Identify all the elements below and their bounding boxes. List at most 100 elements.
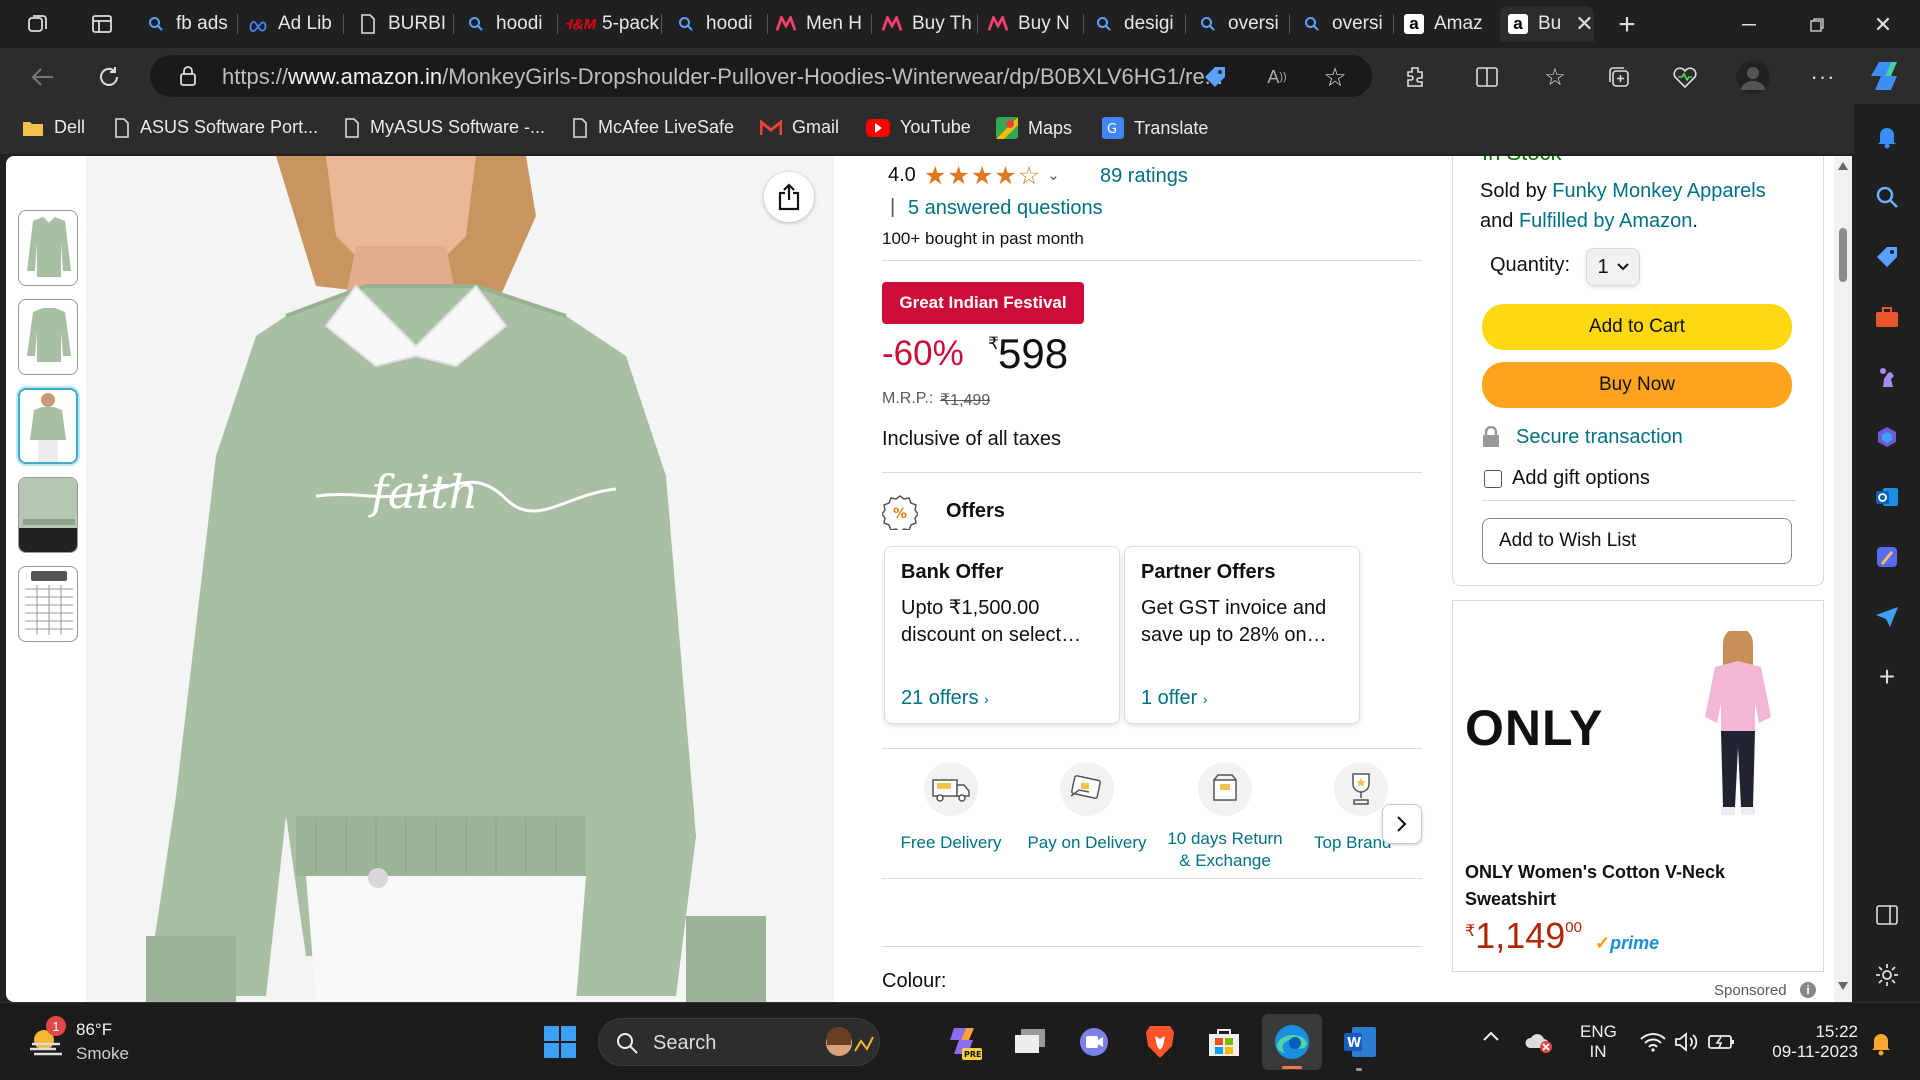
hide-sidebar-icon[interactable] <box>1872 900 1902 930</box>
add-to-wish-list-button[interactable]: Add to Wish List <box>1482 518 1792 564</box>
tab-hoodie-1[interactable]: hoodi <box>466 6 558 42</box>
bookmark-dell[interactable]: Dell <box>22 117 85 138</box>
service-free-delivery[interactable]: Free Delivery <box>894 832 1008 854</box>
edge-browser-icon[interactable] <box>1272 1022 1312 1062</box>
service-return-exchange[interactable]: 10 days Return & Exchange <box>1158 828 1292 872</box>
bookmark-maps[interactable]: Maps <box>996 117 1072 139</box>
services-next-arrow[interactable] <box>1382 804 1422 844</box>
games-icon[interactable] <box>1872 362 1902 392</box>
tab-fb-ads[interactable]: fb ads <box>146 6 238 42</box>
cloud-sync-error-icon[interactable] <box>1524 1030 1554 1054</box>
gift-options-checkbox[interactable] <box>1484 470 1502 488</box>
clock[interactable]: 15:22 09-11-2023 <box>1762 1022 1858 1062</box>
url-text[interactable]: https://www.amazon.in/MonkeyGirls-Dropsh… <box>222 64 1223 90</box>
thumbnail-2[interactable] <box>18 299 78 375</box>
fulfilled-by-amazon-link[interactable]: Fulfilled by Amazon <box>1519 210 1692 232</box>
ratings-count-link[interactable]: 89 ratings <box>1100 165 1188 188</box>
workspaces-icon[interactable] <box>24 10 52 38</box>
bookmark-asus-software-portal[interactable]: ASUS Software Port... <box>114 117 318 138</box>
add-sidebar-app-icon[interactable]: + <box>1872 661 1902 692</box>
thumbnail-5-size-chart[interactable] <box>18 566 78 642</box>
tab-design[interactable]: desigi <box>1094 6 1186 42</box>
tab-hm[interactable]: H&M 5-pack <box>566 6 662 42</box>
taskbar-search-box[interactable]: Search <box>598 1018 880 1066</box>
profile-avatar[interactable] <box>1736 60 1770 94</box>
split-screen-icon[interactable] <box>1472 62 1502 92</box>
bookmark-mcafee[interactable]: McAfee LiveSafe <box>572 117 734 138</box>
tab-actions-icon[interactable] <box>88 10 116 38</box>
microsoft-store-icon[interactable] <box>1204 1022 1244 1062</box>
minimize-icon[interactable] <box>1734 10 1764 40</box>
designer-icon[interactable] <box>1872 542 1902 572</box>
secure-transaction-link[interactable]: Secure transaction <box>1516 426 1683 449</box>
sponsored-ad-card[interactable]: ONLY ONLY Women's Cotton V-Neck Sweatshi… <box>1452 600 1824 972</box>
bookmark-translate[interactable]: G Translate <box>1102 117 1208 139</box>
share-icon[interactable] <box>764 172 814 222</box>
tab-burberry[interactable]: BURBI <box>358 6 454 42</box>
add-to-cart-button[interactable]: Add to Cart <box>1482 304 1792 350</box>
seller-link[interactable]: Funky Monkey Apparels <box>1552 180 1765 202</box>
brave-icon[interactable] <box>1140 1022 1180 1062</box>
send-icon[interactable] <box>1872 602 1902 632</box>
close-window-icon[interactable]: ✕ <box>1868 10 1898 40</box>
service-pay-on-delivery[interactable]: Pay on Delivery <box>1022 832 1152 854</box>
partner-offer-card[interactable]: Partner Offers Get GST invoice and save … <box>1124 546 1360 724</box>
favorite-star-icon[interactable]: ☆ <box>1320 62 1350 92</box>
scrollbar[interactable] <box>1834 156 1852 1002</box>
weather-temperature[interactable]: 86°F <box>76 1020 112 1040</box>
partner-offers-link[interactable]: 1 offer › <box>1141 687 1208 710</box>
thumbnail-1[interactable] <box>18 210 78 286</box>
microsoft365-icon[interactable] <box>1872 422 1902 452</box>
bookmark-gmail[interactable]: Gmail <box>760 117 839 138</box>
read-aloud-icon[interactable]: A)) <box>1262 62 1292 92</box>
notification-center-icon[interactable] <box>1870 1030 1892 1056</box>
word-icon[interactable]: W <box>1340 1022 1380 1062</box>
quantity-select[interactable]: 1 <box>1586 248 1640 286</box>
buy-now-button[interactable]: Buy Now <box>1482 362 1792 408</box>
star-rating[interactable]: ★ ★ ★ ★ ☆ ⌄ <box>924 164 1060 189</box>
restore-icon[interactable] <box>1802 10 1832 40</box>
tab-oversized-2[interactable]: oversi <box>1302 6 1394 42</box>
bookmark-youtube[interactable]: YouTube <box>866 117 971 138</box>
windows-start-icon[interactable] <box>540 1022 580 1062</box>
answered-questions-link[interactable]: 5 answered questions <box>908 197 1103 220</box>
outlook-icon[interactable] <box>1872 482 1902 512</box>
extensions-icon[interactable] <box>1400 62 1430 92</box>
collections-icon[interactable] <box>1604 62 1634 92</box>
tab-myntra-buy-2[interactable]: Buy N <box>988 6 1084 42</box>
thumbnail-4[interactable] <box>18 477 78 553</box>
thumbnail-3-selected[interactable] <box>18 388 78 464</box>
sidebar-search-icon[interactable] <box>1872 182 1902 212</box>
volume-icon[interactable] <box>1674 1032 1700 1052</box>
bookmark-myasus-software[interactable]: MyASUS Software -... <box>344 117 545 138</box>
weather-condition[interactable]: Smoke <box>76 1044 129 1064</box>
chevron-up-icon[interactable] <box>1482 1030 1500 1042</box>
teams-chat-icon[interactable] <box>1074 1022 1114 1062</box>
tab-amazon-1[interactable]: a Amaz <box>1404 6 1496 42</box>
language-indicator[interactable]: ENG IN <box>1580 1022 1617 1062</box>
tools-icon[interactable] <box>1872 302 1902 332</box>
info-icon[interactable]: i <box>1800 982 1816 998</box>
browser-essentials-icon[interactable] <box>1670 62 1700 92</box>
bank-offers-link[interactable]: 21 offers › <box>901 687 989 710</box>
tab-ad-library[interactable]: Ad Lib <box>248 6 344 42</box>
bank-offer-card[interactable]: Bank Offer Upto ₹1,500.00 discount on se… <box>884 546 1120 724</box>
scrollbar-thumb[interactable] <box>1839 228 1847 282</box>
close-tab-icon[interactable]: ✕ <box>1575 11 1593 37</box>
tab-oversized-1[interactable]: oversi <box>1198 6 1290 42</box>
back-icon[interactable] <box>26 60 60 94</box>
battery-charging-icon[interactable] <box>1708 1032 1736 1052</box>
lock-icon[interactable] <box>176 64 200 88</box>
settings-gear-icon[interactable] <box>1872 960 1902 990</box>
wifi-icon[interactable] <box>1640 1032 1666 1052</box>
notification-bell-icon[interactable] <box>1872 122 1902 152</box>
tab-hoodie-2[interactable]: hoodi <box>676 6 768 42</box>
task-view-icon[interactable] <box>1010 1022 1050 1062</box>
new-tab-button[interactable]: + <box>1612 8 1642 41</box>
tab-myntra-men[interactable]: Men H <box>776 6 872 42</box>
shopping-tag-icon[interactable] <box>1872 242 1902 272</box>
copilot-icon[interactable] <box>1868 58 1904 94</box>
product-main-image[interactable]: faith <box>86 156 834 1002</box>
tab-myntra-buy-1[interactable]: Buy Th <box>882 6 978 42</box>
copilot-pre-icon[interactable]: PRE <box>944 1022 984 1062</box>
